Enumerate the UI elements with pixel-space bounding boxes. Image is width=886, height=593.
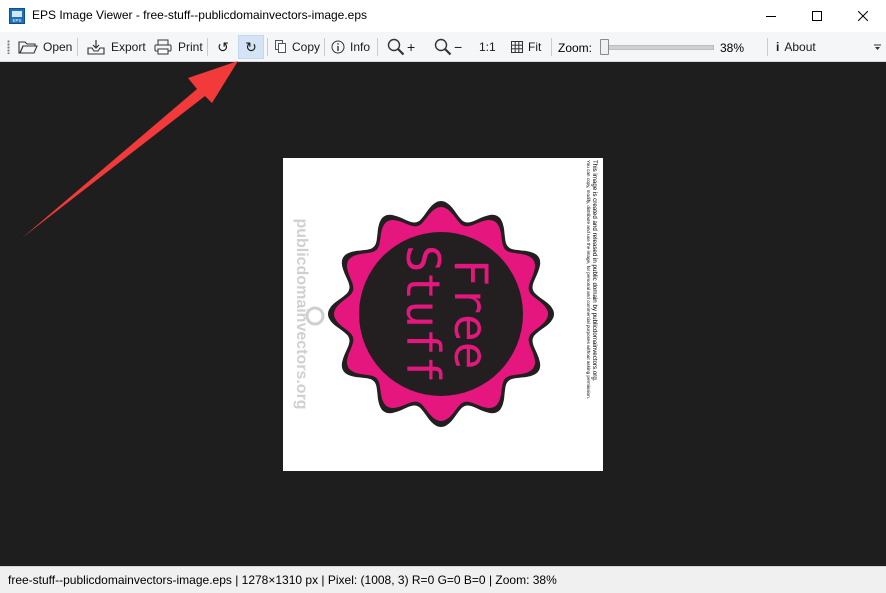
export-button[interactable]: Export [84, 35, 148, 59]
export-label: Export [111, 40, 146, 54]
side-text-2: You can copy, modify, distribute and use… [586, 160, 591, 399]
toolbar-grip[interactable] [7, 40, 10, 54]
status-bar: free-stuff--publicdomainvectors-image.ep… [0, 566, 886, 593]
zoom-in-icon [387, 38, 405, 56]
rotate-right-button[interactable]: ↻ [238, 35, 264, 59]
copy-button[interactable]: Copy [273, 35, 322, 59]
rotate-right-icon: ↻ [245, 38, 257, 55]
toolbar-separator [551, 38, 552, 56]
toolbar-separator [377, 38, 378, 56]
printer-icon [154, 39, 172, 55]
info-button[interactable]: Info [329, 35, 372, 59]
zoom-out-button[interactable]: − [432, 35, 464, 59]
fit-label: Fit [528, 40, 542, 54]
toolbar-separator [207, 38, 208, 56]
zoom-slider-thumb[interactable] [600, 39, 609, 55]
fit-button[interactable]: Fit [509, 35, 543, 59]
info-icon [331, 40, 345, 54]
zoom-in-button[interactable]: + [385, 35, 417, 59]
copy-label: Copy [292, 40, 321, 54]
actual-size-label: 1:1 [479, 40, 496, 54]
app-icon-label: EPS [12, 18, 21, 23]
fit-grid-icon [511, 41, 523, 53]
actual-size-button[interactable]: 1:1 [477, 35, 498, 59]
print-button[interactable]: Print [151, 35, 205, 59]
minimize-button[interactable] [748, 0, 794, 32]
zoom-value: 38% [720, 41, 745, 55]
rotate-left-icon: ↺ [217, 38, 229, 55]
open-label: Open [43, 40, 73, 54]
toolbar-overflow-icon[interactable] [874, 44, 881, 51]
print-label: Print [178, 40, 203, 54]
zoom-out-label: − [454, 39, 463, 55]
export-icon [87, 40, 105, 55]
about-info-icon: i [776, 40, 780, 54]
toolbar-separator [267, 38, 268, 56]
info-label: Info [350, 40, 371, 54]
close-button[interactable] [840, 0, 886, 32]
toolbar-separator [767, 38, 768, 56]
zoom-slider-track[interactable] [602, 45, 714, 50]
side-text-1: This image is created and released in pu… [591, 160, 598, 382]
window-title: EPS Image Viewer - free-stuff--publicdom… [32, 8, 368, 22]
zoom-out-icon [434, 38, 452, 56]
maximize-icon [812, 11, 822, 21]
badge-text-stuff: Stuff [396, 245, 450, 383]
badge-text-free: Free [444, 259, 498, 370]
folder-open-icon [18, 41, 38, 54]
about-label: About [784, 40, 816, 54]
rotate-left-button[interactable]: ↺ [212, 35, 234, 59]
toolbar-separator [77, 38, 78, 56]
title-bar: EPS EPS Image Viewer - free-stuff--publi… [0, 0, 886, 32]
toolbar-separator [324, 38, 325, 56]
close-icon [858, 11, 868, 21]
toolbar: Open Export Print ↺ ↻ Copy Info + − 1:1 … [0, 32, 886, 62]
free-stuff-badge-image: Free Stuff publicdomainvectors.org This … [293, 160, 598, 427]
open-button[interactable]: Open [16, 35, 74, 59]
about-button[interactable]: i About [774, 35, 818, 59]
displayed-image: Free Stuff publicdomainvectors.org This … [283, 158, 603, 471]
copy-icon [275, 40, 286, 53]
zoom-in-label: + [407, 39, 416, 55]
maximize-button[interactable] [794, 0, 840, 32]
minimize-icon [766, 16, 776, 17]
status-text: free-stuff--publicdomainvectors-image.ep… [8, 573, 557, 587]
zoom-label: Zoom: [558, 41, 593, 55]
app-icon: EPS [9, 8, 25, 24]
